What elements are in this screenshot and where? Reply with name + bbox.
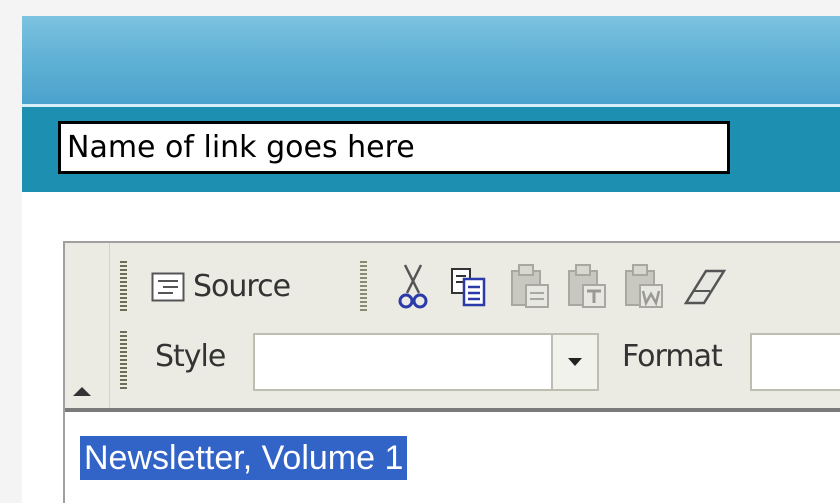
style-label: Style [155,339,226,374]
source-button-label: Source [193,269,291,304]
source-button[interactable]: Source [151,265,291,309]
cut-button[interactable] [398,263,428,311]
collapse-toolbar-icon[interactable] [73,387,91,396]
toolbar-grip[interactable] [120,261,127,313]
paste-button[interactable] [510,263,550,309]
link-name-input[interactable] [58,121,730,174]
chevron-down-icon[interactable] [551,335,597,389]
source-icon [151,272,185,302]
toolbar-collapser [65,243,110,408]
eraser-icon [683,269,726,305]
paste-word-icon [625,264,663,308]
format-select[interactable] [750,333,840,391]
paste-icon [511,264,549,308]
copy-button[interactable] [450,267,486,307]
header-banner [22,16,840,104]
remove-format-button[interactable] [682,265,726,307]
paste-text-icon [568,264,606,308]
editor-toolbar: Source Style Format [65,243,840,408]
paste-word-button[interactable] [624,263,664,309]
paste-text-button[interactable] [567,263,607,309]
format-label: Format [622,339,723,374]
toolbar-separator [360,261,367,313]
style-select[interactable] [253,333,599,391]
copy-icon [451,268,486,307]
cut-icon [398,264,428,309]
rich-text-editor: Source Style Format Newsletter, Volume 1 [63,241,840,503]
editor-body[interactable]: Newsletter, Volume 1 [65,412,840,503]
selected-text[interactable]: Newsletter, Volume 1 [80,436,408,480]
toolbar-grip[interactable] [120,331,127,391]
